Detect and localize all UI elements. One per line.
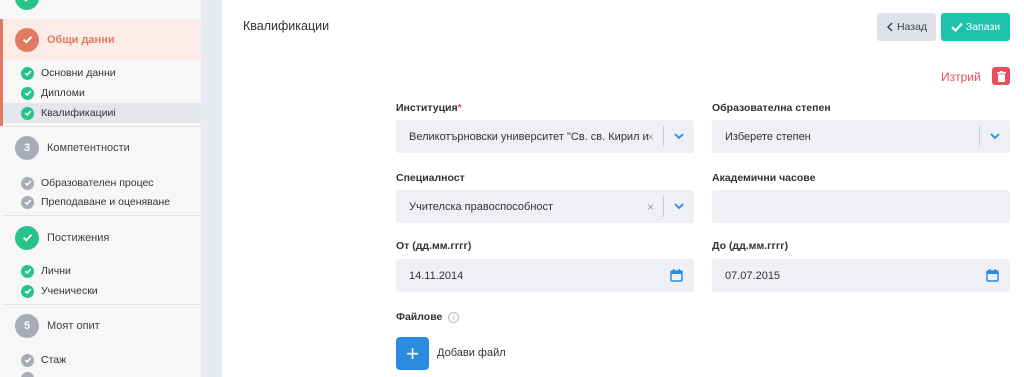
sidebar: Общи данни Основни данни Дипломи Квалифи… [0, 0, 201, 377]
sidebar-subitem-basic-data[interactable]: Основни данни [0, 63, 201, 83]
sidebar-step-label: Компетентности [47, 141, 130, 154]
sidebar-subitem-personal[interactable]: Лични [0, 261, 201, 281]
sidebar-step-label: Общи данни [47, 33, 115, 46]
institution-select[interactable]: Великотърновски университет "Св. св. Кир… [396, 120, 694, 153]
check-icon [21, 284, 34, 298]
check-icon [21, 86, 34, 100]
sidebar-subitem-label: Дипломи [41, 87, 85, 99]
trash-icon [996, 70, 1006, 82]
academic-hours-label: Академични часове [712, 172, 816, 184]
sidebar-subitem-label: Лични [41, 265, 71, 277]
step-number-badge: 5 [15, 313, 39, 338]
calendar-icon[interactable] [670, 269, 683, 282]
sidebar-subitem-label: Стаж [41, 354, 67, 366]
select-separator [663, 126, 664, 147]
degree-select[interactable]: Изберете степен [712, 120, 1010, 153]
sidebar-subitem-edu-process[interactable]: Образователен процес [0, 173, 201, 193]
to-date-input[interactable]: 07.07.2015 [712, 259, 1010, 292]
check-icon [21, 353, 34, 367]
sidebar-subitem-teaching[interactable]: Преподаване и оценяване [0, 192, 201, 212]
delete-label[interactable]: Изтрий [941, 70, 981, 84]
sidebar-subitem-label: Преподаване и оценяване [41, 196, 171, 208]
institution-label: Институция* [396, 102, 462, 114]
check-icon [21, 372, 34, 377]
sidebar-subitem-label: Образователен процес [41, 177, 154, 189]
check-icon [21, 66, 34, 80]
sidebar-subitem-students[interactable]: Ученически [0, 281, 201, 301]
from-date-input[interactable]: 14.11.2014 [396, 259, 694, 292]
clear-icon[interactable]: × [647, 200, 654, 214]
sidebar-step-label: Моят опит [47, 319, 100, 332]
institution-label-text: Институция [396, 102, 458, 114]
step-check-icon [15, 27, 39, 52]
to-date-value: 07.07.2015 [725, 269, 781, 282]
step-number-badge: 3 [15, 135, 39, 160]
calendar-icon[interactable] [986, 269, 999, 282]
sidebar-step-experience[interactable]: 5 Моят опит [0, 305, 201, 346]
select-separator [979, 126, 980, 147]
chevron-left-icon [886, 22, 893, 32]
files-label-text: Файлове [396, 311, 443, 323]
sidebar-subitem-seniority[interactable]: Стаж [0, 350, 201, 370]
chevron-down-icon[interactable] [990, 133, 1000, 140]
sidebar-step-achievements[interactable]: Постижения [0, 217, 201, 258]
degree-label: Образователна степен [712, 102, 831, 114]
sidebar-step-general[interactable]: Общи данни [0, 19, 201, 60]
layout-gutter [201, 0, 222, 377]
back-button-label: Назад [896, 21, 928, 33]
files-label: Файлове i [396, 311, 460, 323]
info-icon[interactable]: i [448, 311, 460, 323]
degree-placeholder: Изберете степен [725, 130, 811, 143]
sidebar-divider [3, 215, 201, 216]
academic-hours-input[interactable] [712, 190, 1010, 223]
from-date-label: От (дд.мм.гггг) [396, 240, 472, 252]
specialty-value: Учителска правоспособност [409, 200, 554, 213]
delete-button[interactable] [992, 67, 1010, 85]
select-separator [663, 196, 664, 217]
page-title: Квалификации [243, 19, 330, 33]
institution-value: Великотърновски университет "Св. св. Кир… [409, 130, 649, 143]
check-icon [21, 106, 34, 120]
sidebar-subitem-label: Квалификацииi [41, 107, 116, 119]
to-date-label: До (дд.мм.гггг) [712, 240, 789, 252]
specialty-label: Специалност [396, 172, 465, 184]
step-done-icon [15, 0, 39, 10]
add-file-button[interactable]: + [396, 337, 429, 370]
from-date-value: 14.11.2014 [409, 269, 464, 282]
specialty-select[interactable]: Учителска правоспособност × [396, 190, 694, 223]
main-content: Квалификации Назад Запази Изтрий Институ… [222, 0, 1024, 377]
chevron-down-icon[interactable] [674, 203, 684, 210]
sidebar-subitem-qualifications[interactable]: Квалификацииi [3, 103, 201, 123]
check-icon [21, 195, 34, 209]
sidebar-step-competences[interactable]: 3 Компетентности [0, 127, 201, 168]
clear-icon[interactable]: × [647, 130, 654, 144]
chevron-down-icon[interactable] [674, 133, 684, 140]
sidebar-subitem-label: Основни данни [41, 67, 116, 79]
sidebar-subitem-label: Ученически [41, 285, 98, 297]
check-icon [951, 22, 963, 32]
check-icon [21, 176, 34, 190]
back-button[interactable]: Назад [877, 13, 936, 41]
check-icon [21, 264, 34, 278]
sidebar-subitem-diplomas[interactable]: Дипломи [0, 83, 201, 103]
add-file-label[interactable]: Добави файл [437, 347, 506, 359]
save-button[interactable]: Запази [941, 13, 1010, 41]
step-check-icon [15, 225, 39, 250]
sidebar-step-label: Постижения [47, 231, 110, 244]
required-mark: * [457, 102, 462, 114]
save-button-label: Запази [965, 21, 1001, 33]
